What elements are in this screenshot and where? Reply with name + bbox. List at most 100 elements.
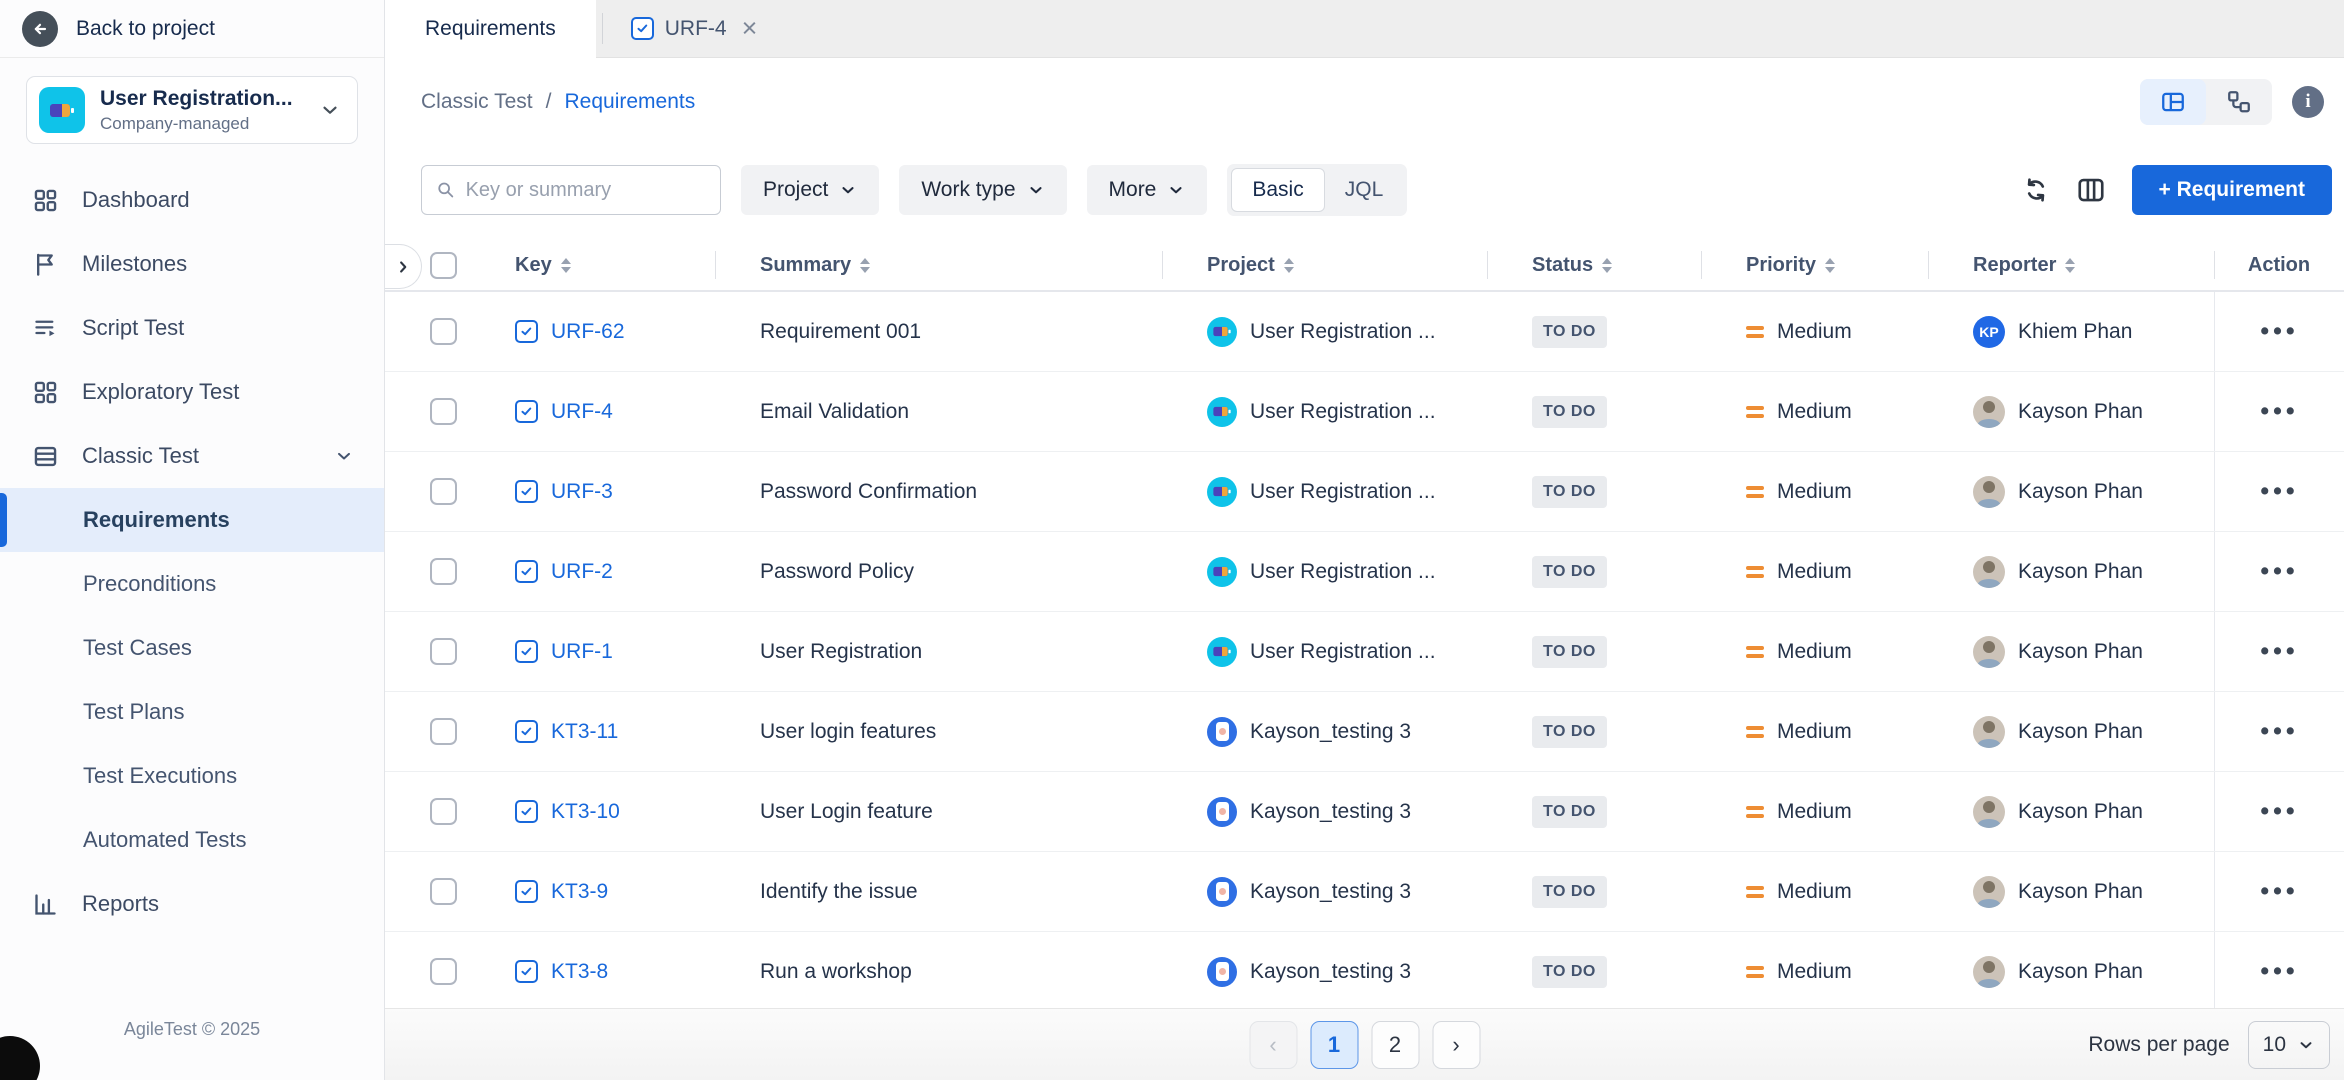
- sidebar-item-automated-tests[interactable]: Automated Tests: [0, 808, 384, 872]
- sort-icon[interactable]: [860, 258, 870, 273]
- info-icon[interactable]: i: [2292, 86, 2324, 118]
- row-actions-button[interactable]: •••: [2214, 532, 2344, 611]
- sort-icon[interactable]: [2065, 258, 2075, 273]
- issue-key-link[interactable]: URF-2: [551, 560, 613, 584]
- column-label: Key: [515, 254, 552, 277]
- row-checkbox[interactable]: [430, 478, 457, 505]
- grid-icon: [30, 187, 60, 214]
- sidebar-item-dashboard[interactable]: Dashboard: [0, 168, 384, 232]
- filter-label: Project: [763, 178, 828, 202]
- page-2-button[interactable]: 2: [1371, 1021, 1419, 1069]
- project-phone-icon: [1207, 877, 1237, 907]
- issue-key-link[interactable]: URF-4: [551, 400, 613, 424]
- issue-key-link[interactable]: KT3-9: [551, 880, 608, 904]
- issue-key-link[interactable]: URF-1: [551, 640, 613, 664]
- column-header-summary[interactable]: Summary: [715, 240, 1162, 290]
- rows-per-page-select[interactable]: 10: [2248, 1021, 2330, 1069]
- reporter-name: Kayson Phan: [2018, 880, 2143, 904]
- priority-medium-icon: [1746, 486, 1764, 498]
- sidebar-item-exploratory-test[interactable]: Exploratory Test: [0, 360, 384, 424]
- back-arrow-icon[interactable]: [22, 11, 58, 47]
- next-page-button[interactable]: ›: [1432, 1021, 1480, 1069]
- app-window: Back to project User Registration... Com…: [0, 0, 2344, 1080]
- sidebar-item-test-cases[interactable]: Test Cases: [0, 616, 384, 680]
- project-name: User Registration ...: [1250, 640, 1436, 664]
- status-badge: TO DO: [1532, 876, 1607, 908]
- avatar: [1973, 956, 2005, 988]
- row-actions-button[interactable]: •••: [2214, 292, 2344, 371]
- row-actions-button[interactable]: •••: [2214, 932, 2344, 1008]
- issue-key-link[interactable]: URF-62: [551, 320, 625, 344]
- column-header-status[interactable]: Status: [1487, 240, 1701, 290]
- refresh-icon[interactable]: [2022, 176, 2050, 204]
- row-checkbox[interactable]: [430, 398, 457, 425]
- sidebar-item-test-executions[interactable]: Test Executions: [0, 744, 384, 808]
- sort-icon[interactable]: [1602, 258, 1612, 273]
- breadcrumb-parent[interactable]: Classic Test: [421, 90, 533, 114]
- issue-key-link[interactable]: KT3-10: [551, 800, 620, 824]
- prev-page-button[interactable]: ‹: [1249, 1021, 1297, 1069]
- status-badge: TO DO: [1532, 636, 1607, 668]
- project-filter-button[interactable]: Project: [741, 165, 879, 215]
- project-selector[interactable]: User Registration... Company-managed: [26, 76, 358, 144]
- row-actions-button[interactable]: •••: [2214, 772, 2344, 851]
- row-checkbox[interactable]: [430, 558, 457, 585]
- row-checkbox[interactable]: [430, 878, 457, 905]
- sidebar-item-milestones[interactable]: Milestones: [0, 232, 384, 296]
- issue-key-link[interactable]: KT3-8: [551, 960, 608, 984]
- columns-icon[interactable]: [2076, 175, 2106, 205]
- row-actions-button[interactable]: •••: [2214, 852, 2344, 931]
- requirement-type-icon: [515, 880, 538, 903]
- column-header-priority[interactable]: Priority: [1701, 240, 1928, 290]
- sidebar-item-classic-test[interactable]: Classic Test: [0, 424, 384, 488]
- close-icon[interactable]: ×: [742, 15, 758, 42]
- row-checkbox[interactable]: [430, 318, 457, 345]
- more-filter-button[interactable]: More: [1087, 165, 1208, 215]
- column-header-reporter[interactable]: Reporter: [1928, 240, 2214, 290]
- project-name: User Registration...: [100, 87, 304, 111]
- issue-key-link[interactable]: URF-3: [551, 480, 613, 504]
- mode-basic[interactable]: Basic: [1231, 168, 1324, 212]
- sidebar-item-label: Dashboard: [82, 187, 190, 213]
- row-actions-button[interactable]: •••: [2214, 452, 2344, 531]
- row-checkbox[interactable]: [430, 638, 457, 665]
- add-requirement-button[interactable]: + Requirement: [2132, 165, 2332, 215]
- view-toggle: [2140, 79, 2272, 125]
- work-type-filter-button[interactable]: Work type: [899, 165, 1066, 215]
- back-to-project[interactable]: Back to project: [0, 0, 384, 58]
- tab-requirements[interactable]: Requirements: [385, 0, 596, 58]
- panel-view-icon[interactable]: [2140, 79, 2206, 125]
- priority-medium-icon: [1746, 806, 1764, 818]
- search-input[interactable]: [466, 179, 706, 202]
- tab-label: URF-4: [665, 17, 727, 41]
- summary-text: Email Validation: [760, 400, 909, 424]
- row-checkbox[interactable]: [430, 798, 457, 825]
- column-header-key[interactable]: Key: [470, 240, 715, 290]
- status-badge: TO DO: [1532, 796, 1607, 828]
- reporter-name: Kayson Phan: [2018, 800, 2143, 824]
- tab-divider: [602, 13, 603, 44]
- tree-view-icon[interactable]: [2206, 79, 2272, 125]
- sidebar-item-requirements[interactable]: Requirements: [0, 488, 384, 552]
- column-header-project[interactable]: Project: [1162, 240, 1487, 290]
- select-all-checkbox[interactable]: [430, 252, 457, 279]
- breadcrumb-current[interactable]: Requirements: [565, 90, 696, 114]
- row-actions-button[interactable]: •••: [2214, 692, 2344, 771]
- sort-icon[interactable]: [1825, 258, 1835, 273]
- tab-urf-4[interactable]: URF-4 ×: [609, 0, 780, 57]
- sidebar-item-script-test[interactable]: Script Test: [0, 296, 384, 360]
- row-actions-button[interactable]: •••: [2214, 372, 2344, 451]
- row-checkbox[interactable]: [430, 958, 457, 985]
- sort-icon[interactable]: [1284, 258, 1294, 273]
- page-1-button[interactable]: 1: [1310, 1021, 1358, 1069]
- row-checkbox[interactable]: [430, 718, 457, 745]
- sidebar-item-preconditions[interactable]: Preconditions: [0, 552, 384, 616]
- issue-key-link[interactable]: KT3-11: [551, 720, 618, 744]
- summary-text: User Registration: [760, 640, 922, 664]
- sidebar-item-test-plans[interactable]: Test Plans: [0, 680, 384, 744]
- mode-jql[interactable]: JQL: [1325, 168, 1404, 212]
- sort-icon[interactable]: [561, 258, 571, 273]
- row-actions-button[interactable]: •••: [2214, 612, 2344, 691]
- priority-text: Medium: [1777, 560, 1852, 584]
- sidebar-item-reports[interactable]: Reports: [0, 872, 384, 936]
